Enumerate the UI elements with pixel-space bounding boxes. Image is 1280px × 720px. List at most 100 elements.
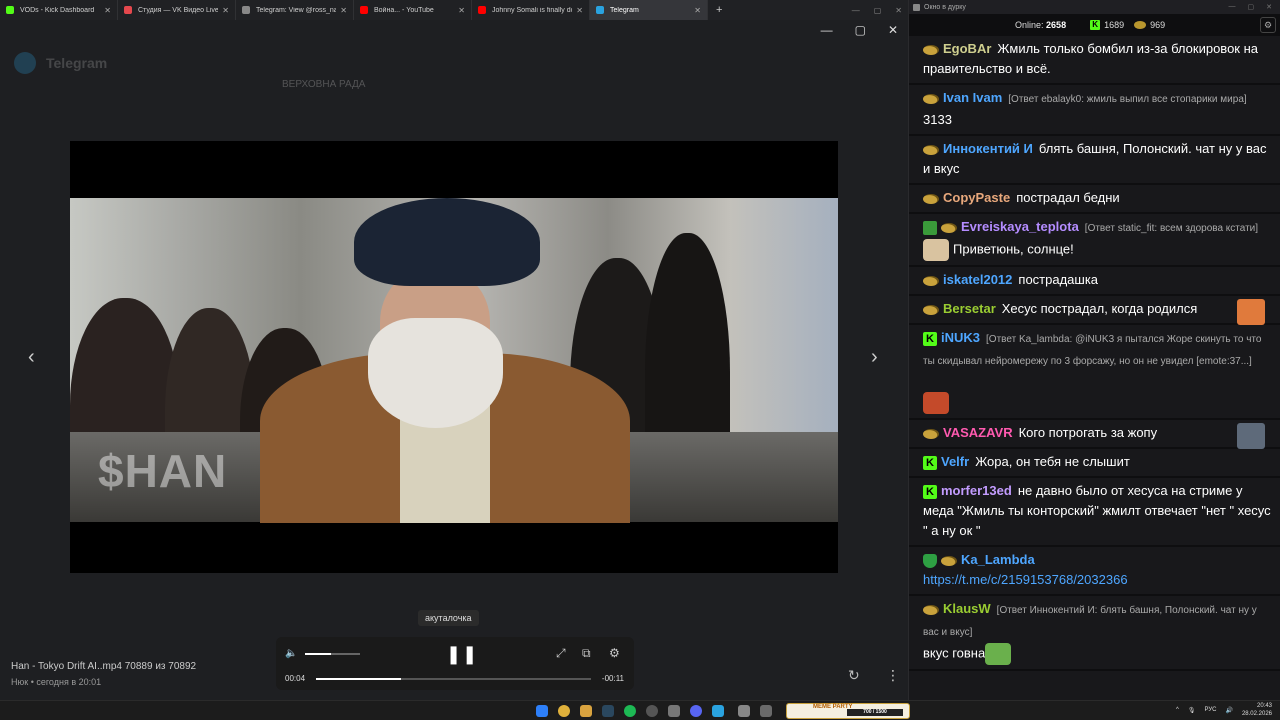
volume-tray-icon[interactable]: 🔊: [1225, 707, 1232, 714]
explorer-icon[interactable]: [580, 705, 592, 717]
tab-close-icon[interactable]: ✕: [222, 6, 229, 15]
chat-message: CopyPaste пострадал бедни: [909, 185, 1280, 214]
reply-context: [Ответ ebalayk0: жмиль выпил все стопари…: [1008, 94, 1247, 105]
app-icon[interactable]: [646, 705, 658, 717]
viewer-maximize-icon[interactable]: ▢: [855, 23, 866, 37]
system-tray: ^ 🎙 РУС 🔊 20:43 28.02.2026: [1176, 702, 1272, 718]
chat-text: вкус говна: [923, 645, 986, 661]
chat-maximize-icon[interactable]: ▢: [1248, 3, 1255, 11]
shield-badge-icon: [923, 553, 937, 568]
pause-button[interactable]: ❚❚: [446, 644, 478, 665]
chat-username[interactable]: iskatel2012: [943, 272, 1012, 287]
chrome-icon[interactable]: [558, 705, 570, 717]
browser-tab[interactable]: VODs - Kick Dashboard ✕: [0, 0, 118, 20]
chat-username[interactable]: EgoBAr: [943, 41, 991, 56]
coin-badge-icon: [923, 304, 939, 315]
picture-in-picture-icon[interactable]: ⧉: [582, 646, 591, 661]
tab-favicon-icon: [360, 6, 368, 14]
chat-link[interactable]: https://t.me/c/2159153768/2032366: [923, 572, 1128, 587]
rotate-icon[interactable]: ↻: [848, 667, 860, 684]
taskbar: MEME PARTY 700 / 1500 ^ 🎙 РУС 🔊 20:43 28…: [0, 700, 1280, 720]
chat-username[interactable]: KlausW: [943, 601, 991, 616]
chat-username[interactable]: Bersetar: [943, 301, 996, 316]
chat-minimize-icon[interactable]: —: [1229, 3, 1236, 11]
chat-username[interactable]: Ka_Lambda: [961, 552, 1035, 567]
arrow-up-icon[interactable]: ^: [1176, 707, 1179, 713]
chat-username[interactable]: Evreiskaya_teplota: [961, 219, 1079, 234]
prev-media-button[interactable]: ‹: [28, 346, 35, 369]
minimize-icon[interactable]: —: [852, 6, 860, 15]
viewer-minimize-icon[interactable]: —: [821, 23, 833, 37]
browser-tab[interactable]: Война... - YouTube ✕: [354, 0, 472, 20]
chat-message: VASAZAVR Кого потрогать за жопу: [909, 420, 1280, 449]
spotify-icon[interactable]: [624, 705, 636, 717]
volume-slider[interactable]: [305, 653, 360, 655]
kick-badge-icon: K: [923, 484, 937, 499]
next-media-button[interactable]: ›: [871, 346, 878, 369]
browser-tab[interactable]: Johnny Somali is finally done.. ✕: [472, 0, 590, 20]
browser-tab[interactable]: Telegram: View @ross_name✕: [236, 0, 354, 20]
chat-username[interactable]: VASAZAVR: [943, 425, 1013, 440]
app2-icon[interactable]: [738, 705, 750, 717]
tab-close-icon[interactable]: ✕: [458, 6, 465, 15]
tab-close-icon[interactable]: ✕: [104, 6, 111, 15]
telegram-taskbar-icon[interactable]: [712, 705, 724, 717]
browser-tab[interactable]: Студия — VK Видео Live ✕: [118, 0, 236, 20]
obs-icon[interactable]: [668, 705, 680, 717]
kick-badge-icon: K: [923, 455, 937, 470]
chat-text: 3133: [923, 112, 952, 127]
chat-window-titlebar: Окно в дурку — ▢ ✕: [909, 0, 1280, 14]
chat-text: пострадал бедни: [1016, 190, 1120, 205]
settings-gear-icon[interactable]: ⚙: [609, 646, 620, 660]
reply-context: [Ответ static_fit: всем здорова кстати]: [1084, 223, 1259, 234]
tab-close-icon[interactable]: ✕: [694, 6, 701, 15]
more-options-icon[interactable]: ⋮: [886, 667, 900, 684]
new-tab-button[interactable]: +: [708, 4, 730, 16]
chat-message: Иннокентий Иблять башня, Полонский. чат …: [909, 136, 1280, 185]
app3-icon[interactable]: [760, 705, 772, 717]
chat-stats: Online: 2658 K 1689 969 ⚙: [909, 14, 1280, 36]
emote-icon: [923, 392, 949, 414]
tab-close-icon[interactable]: ✕: [340, 6, 347, 15]
chat-message: KlausW [Ответ Иннокентий И: блять башня, …: [909, 596, 1280, 671]
coin-badge-icon: [923, 193, 939, 204]
chat-message: K Velfr Жора, он тебя не слышит: [909, 449, 1280, 478]
clock[interactable]: 20:43 28.02.2026: [1242, 702, 1272, 718]
chat-text: Кого потрогать за жопу: [1018, 425, 1158, 440]
chat-username[interactable]: Ivan Ivam: [943, 90, 1002, 105]
volume-icon[interactable]: 🔈: [285, 648, 297, 659]
meme-party-widget[interactable]: MEME PARTY 700 / 1500: [786, 703, 910, 719]
maximize-icon[interactable]: ▢: [874, 6, 882, 15]
fullscreen-icon[interactable]: ⤢: [556, 646, 566, 661]
start-icon[interactable]: [536, 705, 548, 717]
tab-favicon-icon: [478, 6, 486, 14]
tab-favicon-icon: [596, 6, 604, 14]
browser-tab[interactable]: Telegram ✕: [590, 0, 708, 20]
chat-settings-icon[interactable]: ⚙: [1260, 17, 1276, 33]
video-watermark: $HAN: [98, 445, 228, 497]
chat-username[interactable]: morfer13ed: [941, 483, 1012, 498]
coin-badge-icon: [923, 275, 939, 286]
window-controls: — ▢ ✕: [852, 0, 902, 20]
chat-username[interactable]: Иннокентий И: [943, 141, 1033, 156]
viewer-close-icon[interactable]: ✕: [888, 23, 898, 37]
emote-icon: [985, 643, 1012, 665]
tab-close-icon[interactable]: ✕: [576, 6, 583, 15]
mic-icon[interactable]: 🎙: [1188, 707, 1196, 714]
current-time: 00:04: [285, 674, 306, 683]
close-icon[interactable]: ✕: [895, 6, 902, 15]
language-indicator[interactable]: РУС: [1204, 707, 1216, 713]
tab-label: Johnny Somali is finally done..: [492, 6, 572, 14]
chat-window-icon: [913, 3, 920, 11]
chat-close-icon[interactable]: ✕: [1266, 3, 1272, 11]
chat-username[interactable]: Velfr: [941, 454, 969, 469]
seek-bar[interactable]: [316, 678, 591, 680]
coin-icon: [1134, 21, 1147, 29]
chat-username[interactable]: iNUK3: [941, 330, 980, 345]
chat-text: Приветюнь, солнце!: [953, 241, 1074, 257]
discord-icon[interactable]: [690, 705, 702, 717]
video-scene: $HAN: [70, 198, 838, 523]
video-frame[interactable]: $HAN: [70, 141, 838, 573]
chat-username[interactable]: CopyPaste: [943, 190, 1010, 205]
steam-icon[interactable]: [602, 705, 614, 717]
